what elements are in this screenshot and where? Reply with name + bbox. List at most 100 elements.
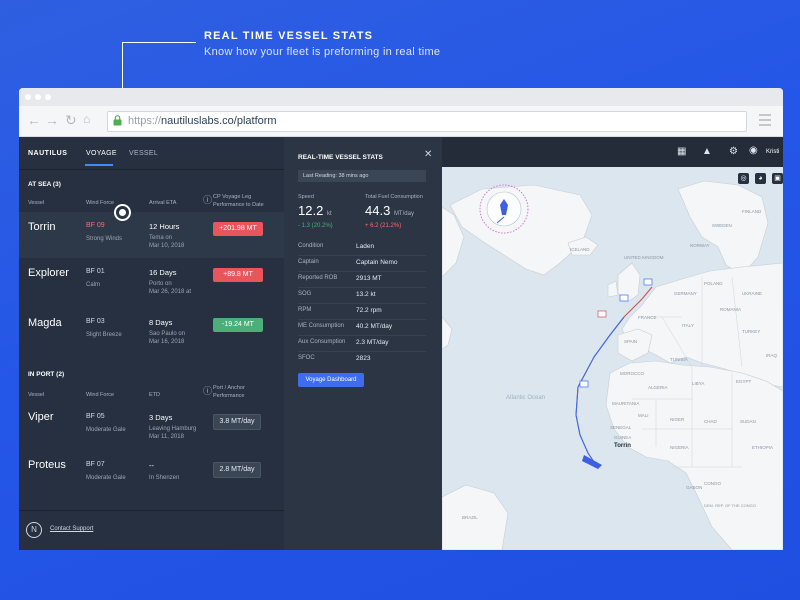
active-tab-indicator xyxy=(85,164,113,166)
stat-key: ME Consumption xyxy=(298,323,345,329)
callout-title: REAL TIME VESSEL STATS xyxy=(204,30,374,42)
performance-badge: 2.8 MT/day xyxy=(213,462,261,478)
close-icon[interactable]: ✕ xyxy=(424,149,432,160)
etd-location: Leaving Hamburg xyxy=(149,426,197,432)
panel-footer: N Contact Support xyxy=(19,510,284,550)
window-dot-close[interactable] xyxy=(25,94,31,100)
performance-badge: +89.8 MT xyxy=(213,268,263,282)
brand-logo[interactable]: NAUTILUS xyxy=(28,150,67,157)
label-turkey: TURKEY xyxy=(742,329,760,334)
vessel-row-magda[interactable]: Magda BF 03 Slight Breeze 8 Days Sao Pau… xyxy=(19,308,284,354)
vessel-pin-icon[interactable] xyxy=(579,380,589,388)
speed-unit: kt xyxy=(326,211,332,217)
contact-support-link[interactable]: Contact Support xyxy=(50,526,93,532)
col-header-vessel: Vessel xyxy=(28,392,45,398)
address-bar[interactable]: https://nautiluslabs.co/platform xyxy=(107,111,747,132)
voyage-dashboard-button[interactable]: Voyage Dashboard xyxy=(298,373,364,387)
eta-location: Porto on xyxy=(149,281,172,287)
app-container: NAUTILUS VOYAGE VESSEL AT SEA (3) Vessel… xyxy=(19,137,783,550)
user-name: Kristi xyxy=(766,149,780,155)
globe-icon[interactable]: ◕ xyxy=(755,173,766,184)
fuel-unit: MT/day xyxy=(393,211,414,217)
vessel-name: Magda xyxy=(28,317,62,329)
label-sweden: SWEDEN xyxy=(712,223,732,228)
label-tunisia: TUNISIA xyxy=(670,357,688,362)
speed-value: 12.2 kt xyxy=(298,203,332,218)
wind-force: BF 09 xyxy=(86,222,105,229)
stat-key: RPM xyxy=(298,307,312,313)
wind-description: Slight Breeze xyxy=(86,332,122,338)
vessel-row-proteus[interactable]: Proteus BF 07 Moderate Gale -- In Shenze… xyxy=(19,451,284,497)
col-header-vessel: Vessel xyxy=(28,200,45,206)
vessel-pin-icon[interactable] xyxy=(619,294,629,302)
label-guinea: GUINEA xyxy=(614,435,631,440)
map-layers-icon[interactable]: ◎ xyxy=(738,173,749,184)
performance-badge: 3.8 MT/day xyxy=(213,414,261,430)
arrival-eta: 12 Hours xyxy=(149,222,180,231)
col-header-performance: CP Voyage Leg Performance to Date xyxy=(213,194,264,208)
tab-voyage[interactable]: VOYAGE xyxy=(86,150,117,157)
wind-force: BF 05 xyxy=(86,413,105,420)
stat-row-sog: SOG 13.2 kt xyxy=(298,287,426,304)
bell-icon[interactable]: ▲ xyxy=(702,146,712,157)
eta-location: Tema on xyxy=(149,235,173,241)
home-icon[interactable]: ⌂ xyxy=(83,112,90,126)
stat-key: SOG xyxy=(298,291,312,297)
departure-etd: 3 Days xyxy=(149,413,173,422)
forward-arrow-icon[interactable]: → xyxy=(45,112,59,128)
browser-menu-icon[interactable] xyxy=(759,114,771,129)
world-map[interactable]: Torrin Atlantic Ocean ICELAND UNITED KIN… xyxy=(442,167,783,550)
etd-date: Mar 11, 2018 xyxy=(149,434,184,440)
stat-row-rpm: RPM 72.2 rpm xyxy=(298,303,426,320)
vessel-pin-icon[interactable] xyxy=(597,310,607,318)
url-text: https://nautiluslabs.co/platform xyxy=(128,115,277,127)
col-header-etd: ETD xyxy=(149,392,160,398)
stat-row-aux-consumption: Aux Consumption 2.3 MT/day xyxy=(298,335,426,352)
col-header-wind: Wind Force xyxy=(86,392,115,398)
vessel-row-explorer[interactable]: Explorer BF 01 Calm 16 Days Porto on Mar… xyxy=(19,260,284,306)
callout-line-horizontal xyxy=(122,42,196,43)
info-icon[interactable]: ⓘ xyxy=(203,384,212,397)
wind-force: BF 03 xyxy=(86,318,105,325)
in-port-heading: IN PORT (2) xyxy=(28,371,65,378)
at-sea-heading: AT SEA (3) xyxy=(28,181,61,188)
label-romania: ROMANIA xyxy=(720,307,741,312)
label-spain: SPAIN xyxy=(624,339,637,344)
window-dot-maximize[interactable] xyxy=(45,94,51,100)
fullscreen-icon[interactable]: ▣ xyxy=(772,173,783,184)
reload-icon[interactable]: ↻ xyxy=(65,112,77,129)
eta-date: Mar 26, 2018 at xyxy=(149,289,192,295)
url-prefix: https:// xyxy=(128,115,162,127)
chat-icon[interactable]: ▦ xyxy=(677,146,686,157)
back-arrow-icon[interactable]: ← xyxy=(27,112,41,128)
vessel-name: Torrin xyxy=(28,221,56,233)
arrival-eta: 16 Days xyxy=(149,268,177,277)
speed-label: Speed xyxy=(298,194,314,200)
label-poland: POLAND xyxy=(704,281,723,286)
vessel-pin-icon[interactable] xyxy=(643,278,653,286)
label-nigeria: NIGERIA xyxy=(670,445,689,450)
stat-value: Laden xyxy=(356,243,375,250)
ocean-label-text: Atlantic Ocean xyxy=(506,395,545,401)
stat-key: Reported ROB xyxy=(298,275,338,281)
label-uk: UNITED KINGDOM xyxy=(624,255,664,260)
info-icon[interactable]: ⓘ xyxy=(203,193,212,206)
label-congo: CONGO xyxy=(704,481,722,486)
label-ethiopia: ETHIOPIA xyxy=(752,445,773,450)
label-iraq: IRAQ xyxy=(766,353,778,358)
vessel-row-viper[interactable]: Viper BF 05 Moderate Gale 3 Days Leaving… xyxy=(19,403,284,449)
avatar-icon[interactable]: ◉ xyxy=(749,145,758,156)
label-mali: MALI xyxy=(638,413,649,418)
gear-icon[interactable]: ⚙ xyxy=(729,146,738,157)
label-norway: NORWAY xyxy=(690,243,710,248)
performance-badge: -19.24 MT xyxy=(213,318,263,332)
label-italy: ITALY xyxy=(682,323,694,328)
window-dot-minimize[interactable] xyxy=(35,94,41,100)
vessel-row-torrin[interactable]: Torrin BF 09 Strong Winds 12 Hours Tema … xyxy=(19,212,284,258)
label-algeria: ALGERIA xyxy=(648,385,668,390)
lock-icon xyxy=(113,115,122,126)
map-panel[interactable]: ▦ ▲ ⚙ ◉ Kristi Torrin Atlantic Ocean ICE… xyxy=(442,137,783,550)
tab-vessel[interactable]: VESSEL xyxy=(129,150,158,157)
eta-location: Sao Paulo on xyxy=(149,331,186,337)
label-drc: DEM. REP. OF THE CONGO xyxy=(704,503,756,508)
